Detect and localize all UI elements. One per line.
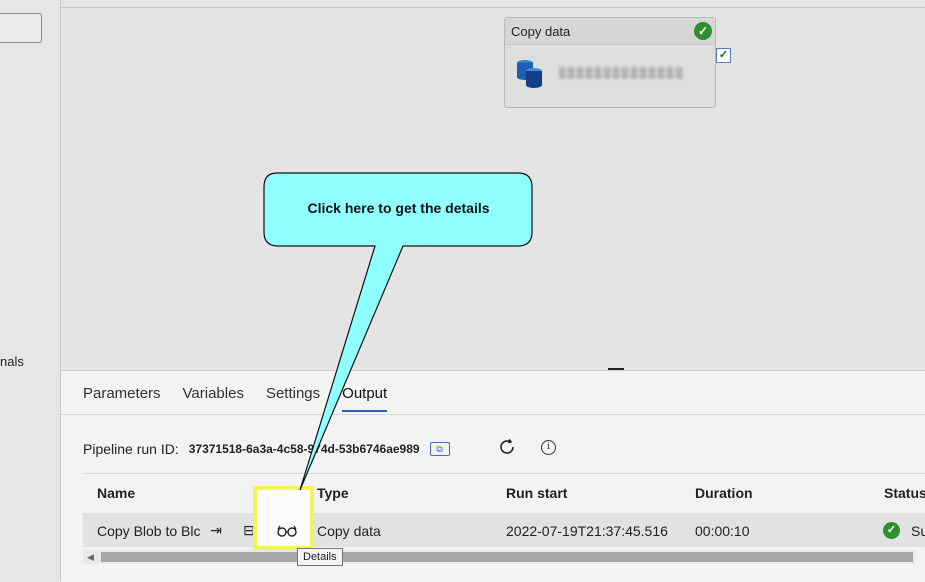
input-icon[interactable]: ⇥ [207, 521, 225, 539]
activity-body [505, 45, 715, 101]
scroll-left-icon[interactable]: ◀ [87, 552, 94, 563]
success-check-icon: ✓ [694, 22, 712, 40]
horizontal-scrollbar[interactable]: ◀ [83, 550, 915, 564]
header-duration[interactable]: Duration [695, 485, 753, 501]
left-input-box[interactable] [0, 13, 42, 43]
info-icon[interactable]: i [541, 440, 556, 455]
pipeline-run-id: Pipeline run ID: 37371518-6a3a-4c58-974d… [83, 441, 450, 457]
details-tooltip: Details [297, 548, 343, 566]
run-id-value: 37371518-6a3a-4c58-974d-53b6746ae989 [188, 442, 420, 456]
header-status[interactable]: Status [884, 485, 925, 501]
tab-output[interactable]: Output [342, 385, 388, 412]
activity-node[interactable]: Copy data ✓ [504, 17, 716, 108]
row-name: Copy Blob to Blc [97, 523, 201, 539]
left-pane: nals [0, 0, 61, 581]
table-top-divider [83, 473, 925, 474]
activity-header: Copy data [505, 18, 715, 45]
run-id-label: Pipeline run ID: [83, 441, 179, 457]
panel-tabs: Parameters Variables Settings Output [83, 385, 388, 412]
left-pane-label: nals [0, 354, 24, 369]
row-status: Su [911, 523, 925, 539]
callout-text: Click here to get the details [307, 200, 490, 216]
header-type[interactable]: Type [317, 485, 349, 501]
pipeline-canvas[interactable] [61, 0, 925, 368]
tab-variables[interactable]: Variables [183, 385, 244, 412]
blurred-activity-name [559, 67, 684, 79]
bottom-panel: Parameters Variables Settings Output Pip… [61, 370, 925, 582]
tab-settings[interactable]: Settings [266, 385, 320, 412]
activity-title: Copy data [511, 23, 571, 39]
refresh-icon[interactable] [497, 437, 517, 457]
glasses-icon[interactable] [277, 524, 297, 540]
database-icon [517, 60, 542, 88]
tabs-divider [61, 414, 925, 415]
scroll-thumb[interactable] [101, 552, 913, 562]
canvas-top-divider [61, 7, 925, 8]
tab-parameters[interactable]: Parameters [83, 385, 161, 412]
copy-icon[interactable]: ⧉ [429, 442, 450, 456]
row-run-start: 2022-07-19T21:37:45.516 [506, 523, 668, 539]
details-highlight-box [253, 486, 314, 550]
header-name[interactable]: Name [97, 485, 135, 501]
header-run-start[interactable]: Run start [506, 485, 567, 501]
row-duration: 00:00:10 [695, 523, 750, 539]
row-type: Copy data [317, 523, 381, 539]
completion-checkbox[interactable]: ✓ [716, 48, 731, 63]
status-success-icon: ✓ [883, 522, 900, 539]
